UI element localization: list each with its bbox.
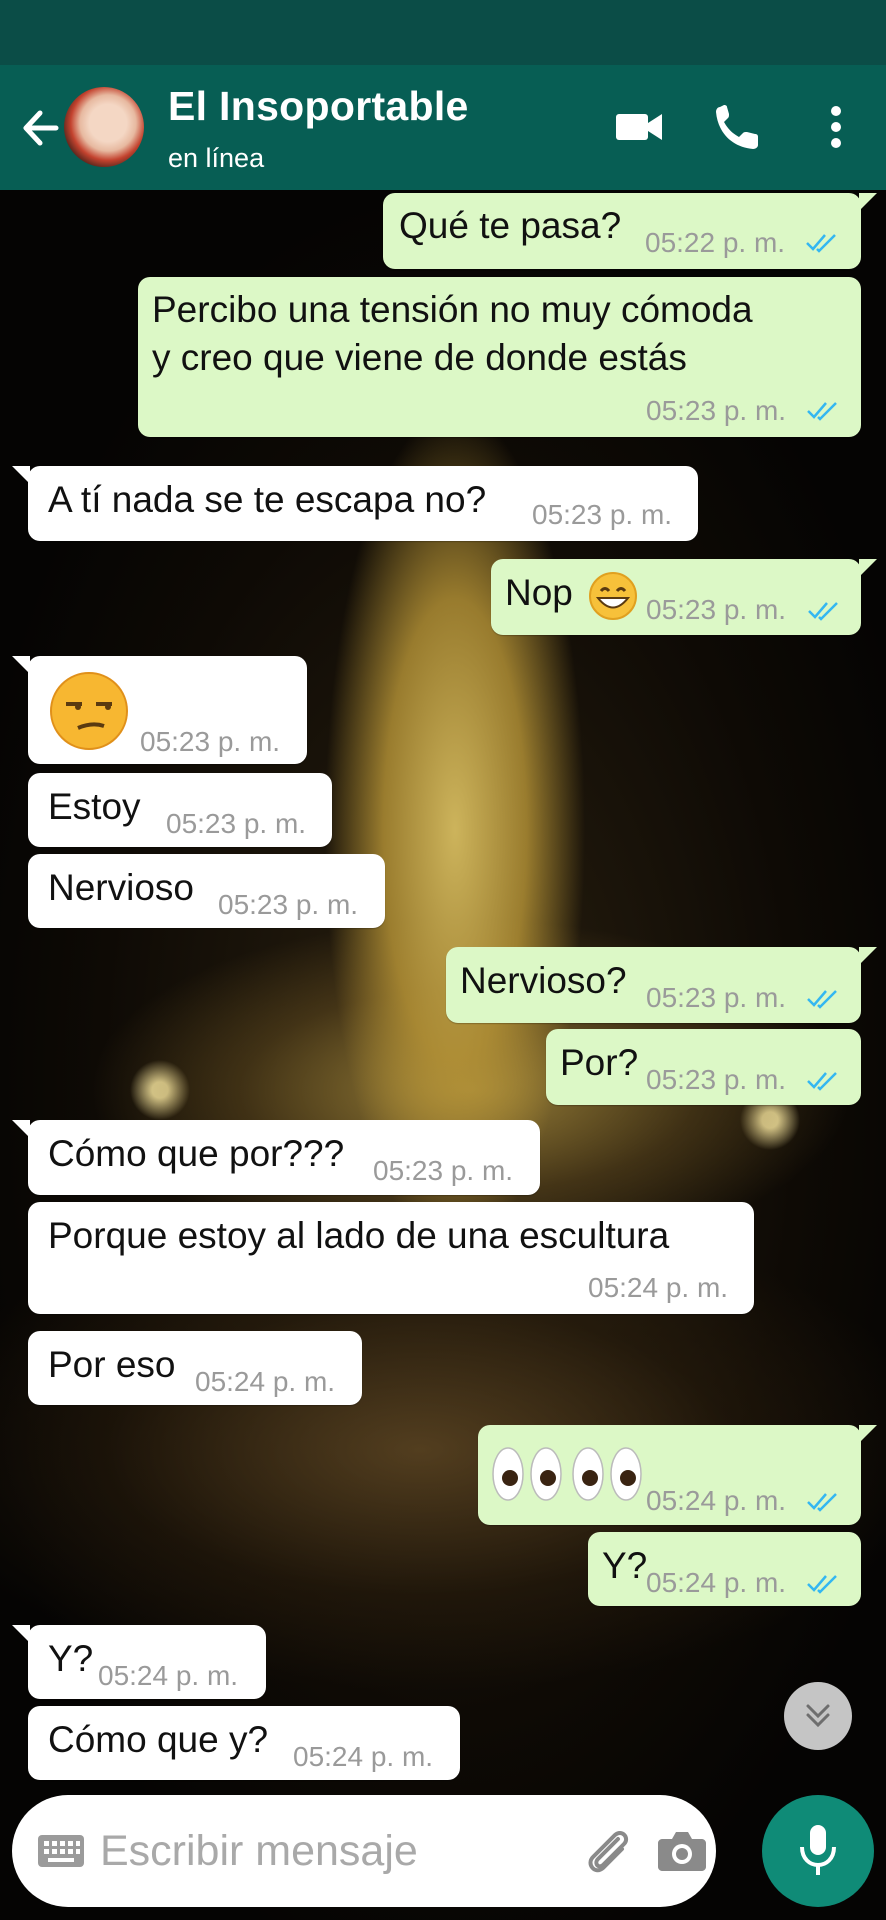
message-outgoing[interactable]: Nervioso? 05:23 p. m. (446, 947, 877, 1023)
microphone-icon (800, 1825, 836, 1875)
message-time: 05:23 p. m. (166, 808, 307, 839)
message-time: 05:24 p. m. (293, 1741, 434, 1772)
kebab-menu-icon[interactable] (808, 97, 864, 157)
message-incoming[interactable]: Y? 05:24 p. m. (12, 1625, 266, 1699)
message-outgoing[interactable]: 05:24 p. m. (478, 1425, 877, 1525)
message-time: 05:23 p. m. (532, 499, 673, 530)
message-time: 05:24 p. m. (98, 1660, 239, 1691)
message-time: 05:24 p. m. (646, 1567, 787, 1598)
message-text: Nop (505, 572, 573, 613)
message-incoming[interactable]: Cómo que por??? 05:23 p. m. (12, 1120, 540, 1195)
message-time: 05:24 p. m. (195, 1366, 336, 1397)
message-outgoing[interactable]: Y? 05:24 p. m. (588, 1532, 861, 1606)
scroll-to-bottom-button[interactable] (784, 1682, 852, 1750)
message-text: Cómo que y? (48, 1719, 269, 1760)
message-incoming[interactable]: Estoy 05:23 p. m. (28, 773, 332, 847)
contact-status: en línea (168, 143, 265, 173)
unamused-face-emoji-icon (50, 672, 128, 750)
message-time: 05:23 p. m. (646, 1064, 787, 1095)
message-time: 05:23 p. m. (646, 594, 787, 625)
message-input[interactable]: Escribir mensaje (100, 1827, 418, 1876)
message-text: Estoy (48, 786, 141, 827)
message-time: 05:22 p. m. (645, 227, 786, 258)
message-time: 05:23 p. m. (646, 982, 787, 1013)
message-outgoing[interactable]: Nop 05:23 p. m. (491, 559, 877, 635)
message-text: Y? (48, 1638, 94, 1679)
message-incoming[interactable]: A tí nada se te escapa no? 05:23 p. m. (12, 466, 698, 541)
message-text: Nervioso (48, 867, 194, 908)
grinning-face-emoji-icon (589, 572, 637, 620)
chat-area[interactable]: Qué te pasa? 05:22 p. m. Percibo una ten… (0, 190, 886, 1920)
eyes-emoji-icon (492, 1447, 642, 1501)
phone-icon[interactable] (708, 97, 764, 157)
message-time: 05:23 p. m. (646, 395, 787, 426)
message-outgoing[interactable]: Percibo una tensión no muy cómoda y creo… (138, 277, 861, 437)
double-check-icon (808, 602, 838, 621)
message-text: y creo que viene de donde estás (152, 337, 687, 378)
chevron-double-down-icon (806, 1704, 830, 1728)
message-outgoing[interactable]: Qué te pasa? 05:22 p. m. (383, 193, 877, 269)
paperclip-icon[interactable] (582, 1825, 634, 1879)
message-incoming[interactable]: Cómo que y? 05:24 p. m. (28, 1706, 460, 1780)
message-time: 05:23 p. m. (140, 726, 281, 757)
back-arrow-icon[interactable] (18, 103, 62, 153)
message-text: Nervioso? (460, 960, 627, 1001)
double-check-icon (807, 1072, 837, 1091)
contact-avatar[interactable] (64, 87, 144, 167)
double-check-icon (806, 234, 836, 253)
video-camera-icon[interactable] (612, 97, 668, 157)
double-check-icon (807, 1493, 837, 1512)
chat-header: El Insoportable en línea (0, 65, 886, 190)
message-outgoing[interactable]: Por? 05:23 p. m. (546, 1029, 861, 1105)
contact-name[interactable]: El Insoportable (168, 83, 469, 130)
message-input-bar[interactable]: Escribir mensaje (12, 1795, 716, 1907)
message-incoming[interactable]: 05:23 p. m. (12, 656, 307, 764)
double-check-icon (807, 990, 837, 1009)
message-time: 05:24 p. m. (646, 1485, 787, 1516)
message-time: 05:23 p. m. (218, 889, 359, 920)
message-text: Por? (560, 1042, 639, 1083)
message-text: Por eso (48, 1344, 176, 1385)
message-text: Cómo que por??? (48, 1133, 345, 1174)
message-text: Y? (602, 1545, 648, 1586)
message-text: Qué te pasa? (399, 205, 622, 246)
message-text: Percibo una tensión no muy cómoda (152, 289, 753, 330)
message-time: 05:24 p. m. (588, 1272, 729, 1303)
double-check-icon (807, 402, 837, 421)
message-incoming[interactable]: Porque estoy al lado de una escultura 05… (28, 1202, 754, 1314)
message-text: Porque estoy al lado de una escultura (48, 1215, 670, 1256)
keyboard-icon[interactable] (36, 1831, 86, 1871)
camera-icon[interactable] (656, 1827, 708, 1873)
double-check-icon (807, 1575, 837, 1594)
message-time: 05:23 p. m. (373, 1155, 514, 1186)
message-incoming[interactable]: Nervioso 05:23 p. m. (28, 854, 385, 928)
message-incoming[interactable]: Por eso 05:24 p. m. (28, 1331, 362, 1405)
status-bar (0, 0, 886, 65)
microphone-button[interactable] (762, 1795, 874, 1907)
message-text: A tí nada se te escapa no? (48, 479, 487, 520)
